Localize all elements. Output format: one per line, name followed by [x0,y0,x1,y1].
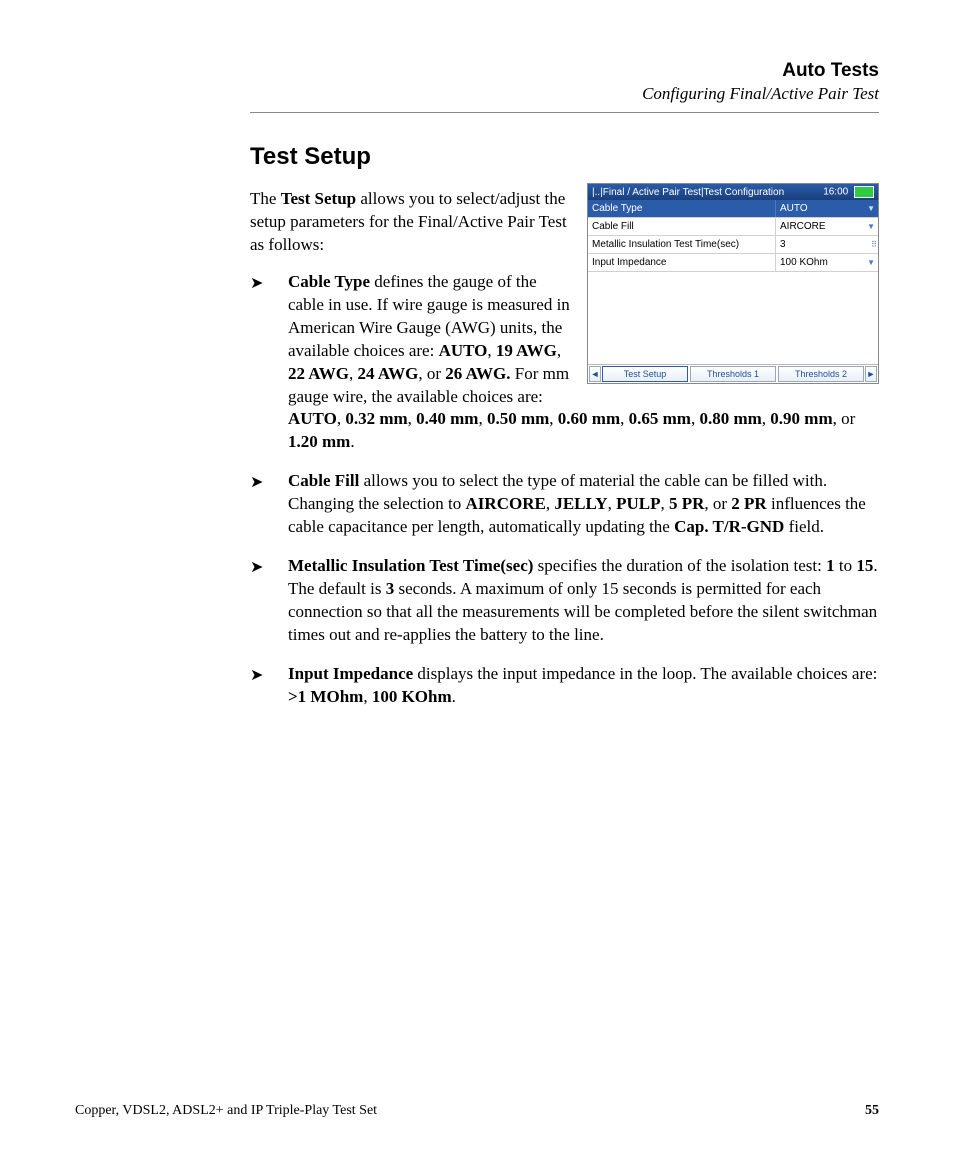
screenshot-time: 16:00 [823,187,848,198]
config-row-cable-fill[interactable]: Cable Fill AIRCORE ▼ [588,218,878,236]
config-row-metallic-insulation[interactable]: Metallic Insulation Test Time(sec) 3 ⠿ [588,236,878,254]
header-title: Auto Tests [255,60,879,82]
chevron-down-icon: ▼ [867,204,875,213]
row-value: AIRCORE [780,221,826,232]
row-label: Input Impedance [588,257,775,268]
page-header: Auto Tests Configuring Final/Active Pair… [75,60,879,104]
row-label: Cable Type [588,203,775,214]
chevron-down-icon: ▼ [867,258,875,267]
bullet-input-impedance: Input Impedance displays the input imped… [250,663,879,709]
header-rule [250,112,879,113]
screenshot-titlebar: |..|Final / Active Pair Test|Test Config… [588,184,878,200]
spinner-icon: ⠿ [871,240,875,249]
row-value: 100 KOhm [780,257,828,268]
bullet-metallic-insulation: Metallic Insulation Test Time(sec) speci… [250,555,879,647]
row-value: 3 [780,239,786,250]
footer-text: Copper, VDSL2, ADSL2+ and IP Triple-Play… [75,1103,377,1119]
page-number: 55 [865,1103,879,1119]
chevron-down-icon: ▼ [867,222,875,231]
bullet-cable-fill: Cable Fill allows you to select the type… [250,470,879,539]
screenshot-breadcrumb: |..|Final / Active Pair Test|Test Config… [592,187,784,198]
battery-icon [854,186,874,198]
config-row-input-impedance[interactable]: Input Impedance 100 KOhm ▼ [588,254,878,272]
row-label: Metallic Insulation Test Time(sec) [588,239,775,250]
section-title: Test Setup [250,143,879,171]
row-value: AUTO [780,203,808,214]
header-subtitle: Configuring Final/Active Pair Test [255,84,879,104]
config-row-cable-type[interactable]: Cable Type AUTO ▼ [588,200,878,218]
bullet-cable-type: Cable Type defines the gauge of the cabl… [250,271,879,455]
row-label: Cable Fill [588,221,775,232]
page-footer: Copper, VDSL2, ADSL2+ and IP Triple-Play… [75,1103,879,1119]
